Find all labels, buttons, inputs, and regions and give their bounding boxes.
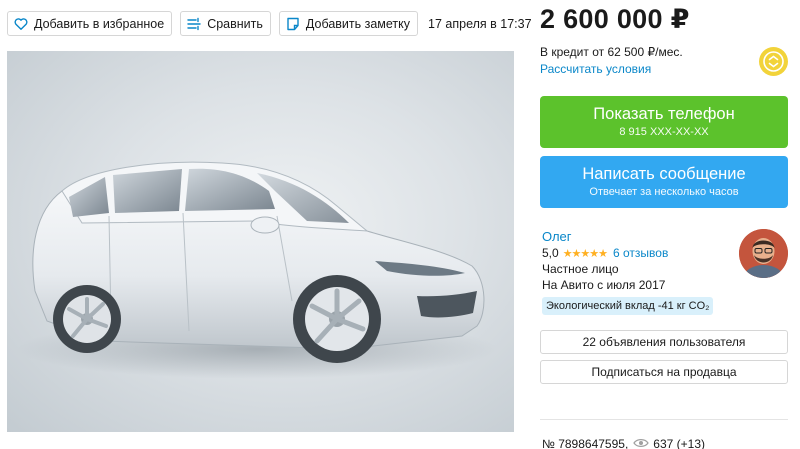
subscribe-seller-button[interactable]: Подписаться на продавца: [540, 360, 788, 384]
response-time: Отвечает за несколько часов: [589, 186, 739, 198]
heart-icon: [14, 17, 28, 31]
show-phone-button[interactable]: Показать телефон 8 915 XXX-XX-XX: [540, 96, 788, 148]
listing-meta: № 7898647595, 637 (+13): [542, 437, 705, 449]
add-to-favorites-button[interactable]: Добавить в избранное: [7, 11, 173, 36]
price: 2 600 000 ₽: [540, 4, 690, 34]
note-icon: [286, 17, 300, 31]
seller-rating: 5,0 ★★★★★ 6 отзывов: [542, 246, 668, 260]
car-image: [17, 161, 497, 379]
add-to-favorites-label: Добавить в избранное: [34, 16, 165, 31]
calculate-credit-link[interactable]: Рассчитать условия: [540, 62, 651, 76]
write-message-label: Написать сообщение: [582, 165, 746, 183]
listing-number: № 7898647595,: [542, 437, 629, 449]
rating-value: 5,0: [542, 246, 559, 260]
seller-name[interactable]: Олег: [542, 229, 572, 244]
credit-text: В кредит от 62 500 ₽/мес.: [540, 45, 683, 59]
seller-since: На Авито с июля 2017: [542, 278, 666, 292]
views-count: 637 (+13): [653, 437, 705, 449]
add-note-button[interactable]: Добавить заметку: [278, 11, 419, 36]
action-bar: Добавить в избранное Сравнить Добавить з…: [7, 11, 532, 36]
add-note-label: Добавить заметку: [305, 16, 411, 31]
bank-logo-icon[interactable]: [759, 47, 788, 76]
listing-page: Добавить в избранное Сравнить Добавить з…: [0, 0, 800, 449]
user-ads-button[interactable]: 22 объявления пользователя: [540, 330, 788, 354]
eye-icon: [633, 437, 650, 449]
reviews-link[interactable]: 6 отзывов: [613, 246, 668, 260]
rating-stars-icon: ★★★★★: [562, 247, 608, 260]
write-message-button[interactable]: Написать сообщение Отвечает за несколько…: [540, 156, 788, 208]
compare-button[interactable]: Сравнить: [180, 11, 271, 36]
phone-number-masked: 8 915 XXX-XX-XX: [619, 126, 709, 138]
compare-label: Сравнить: [207, 16, 263, 31]
compare-icon: [187, 17, 201, 31]
seller-type: Частное лицо: [542, 262, 619, 276]
publish-date: 17 апреля в 17:37: [428, 16, 532, 31]
seller-avatar[interactable]: [739, 229, 788, 278]
listing-photo[interactable]: [7, 51, 514, 432]
divider: [540, 419, 788, 420]
show-phone-label: Показать телефон: [593, 105, 735, 123]
eco-contribution-badge[interactable]: Экологический вклад -41 кг CO₂: [542, 297, 714, 315]
